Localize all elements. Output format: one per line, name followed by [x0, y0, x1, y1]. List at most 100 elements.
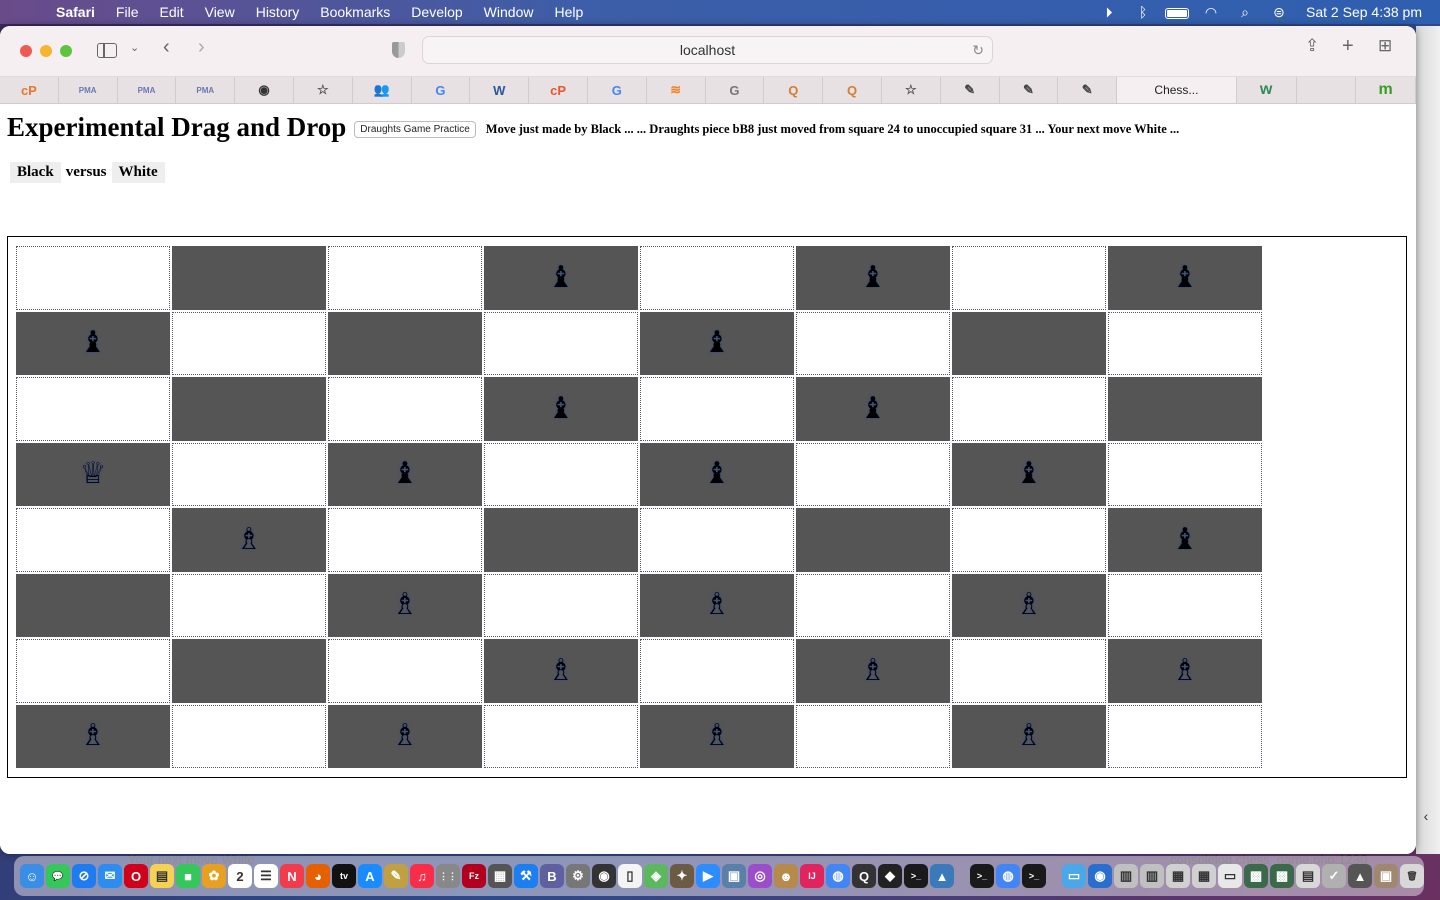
board-square[interactable]: ♝ — [952, 442, 1106, 506]
board-square[interactable] — [328, 246, 482, 310]
queen-piece-icon[interactable]: ♕ — [80, 459, 107, 489]
reload-icon[interactable]: ↻ — [972, 37, 984, 63]
board-square[interactable] — [328, 377, 482, 441]
tab-w-green[interactable]: w — [1237, 77, 1297, 103]
chrome-window-icon[interactable]: ◍ — [996, 864, 1020, 888]
tab-overview-icon[interactable]: ⊞ — [1378, 36, 1392, 56]
thumbnail-7-icon[interactable]: ▩ — [1270, 864, 1294, 888]
libreoffice-icon[interactable]: ▯ — [618, 864, 642, 888]
board-square[interactable] — [484, 573, 638, 637]
board-square[interactable] — [796, 508, 950, 572]
terminal-icon[interactable]: >_ — [904, 864, 928, 888]
board-square[interactable] — [1108, 311, 1262, 375]
sidebar-toggle-icon[interactable] — [97, 43, 117, 58]
bbedit-icon[interactable]: B — [540, 864, 564, 888]
intellij-icon[interactable]: IJ — [800, 864, 824, 888]
board-square[interactable] — [796, 573, 950, 637]
board-square[interactable]: ♝ — [328, 442, 482, 506]
firefox-icon[interactable]: ◕ — [306, 864, 330, 888]
board-square[interactable] — [172, 377, 326, 441]
black-piece-icon[interactable]: ♝ — [80, 328, 107, 358]
zoom-icon[interactable]: ▶ — [696, 864, 720, 888]
board-square[interactable] — [484, 508, 638, 572]
privacy-shield-icon[interactable] — [392, 42, 405, 58]
board-square[interactable]: ♗ — [952, 573, 1106, 637]
bookmark-q-orange[interactable]: Q — [764, 77, 824, 103]
board-square[interactable]: ♗ — [484, 639, 638, 703]
menu-safari[interactable]: Safari — [56, 4, 95, 20]
bluetooth-icon[interactable]: ᛒ — [1126, 4, 1160, 20]
board-square[interactable] — [796, 442, 950, 506]
board-square[interactable] — [796, 704, 950, 768]
podcasts-icon[interactable]: ◎ — [748, 864, 772, 888]
black-piece-icon[interactable]: ♝ — [548, 393, 575, 424]
chrome-icon[interactable]: ◍ — [826, 864, 850, 888]
white-piece-icon[interactable]: ♗ — [392, 590, 419, 620]
board-square[interactable]: ♝ — [640, 442, 794, 506]
menu-clock[interactable]: Sat 2 Sep 4:38 pm — [1306, 4, 1422, 20]
menu-window[interactable]: Window — [484, 4, 534, 20]
bookmark-google[interactable]: G — [588, 77, 647, 103]
thumbnail-2-icon[interactable]: ▥ — [1140, 864, 1164, 888]
menu-edit[interactable]: Edit — [159, 4, 183, 20]
white-piece-icon[interactable]: ♗ — [704, 590, 731, 620]
quicktime-icon[interactable]: Q — [852, 864, 876, 888]
board-square[interactable] — [172, 704, 326, 768]
network-globe-icon[interactable]: ◉ — [1088, 864, 1112, 888]
black-piece-icon[interactable]: ♝ — [392, 459, 419, 489]
tab-chess[interactable]: Chess... — [1117, 77, 1237, 103]
board-square[interactable]: ♗ — [952, 704, 1106, 768]
bookmark-phpmyadmin[interactable]: PMA — [59, 77, 118, 103]
board-square[interactable] — [172, 246, 326, 310]
downloads-folder-icon[interactable]: ▭ — [1062, 864, 1086, 888]
board-square[interactable]: ♝ — [640, 311, 794, 375]
play-circle-icon[interactable]: ⏵ — [1092, 4, 1126, 21]
board-square[interactable] — [328, 508, 482, 572]
white-piece-icon[interactable]: ♗ — [1016, 590, 1043, 620]
system-preferences-icon[interactable]: ⚙ — [566, 864, 590, 888]
black-piece-icon[interactable]: ♝ — [860, 262, 887, 293]
white-piece-icon[interactable]: ♗ — [392, 721, 419, 751]
board-square[interactable] — [484, 704, 638, 768]
bookmark-quill[interactable]: ✎ — [1000, 77, 1059, 103]
board-square[interactable] — [952, 508, 1106, 572]
back-button-icon[interactable]: ‹ — [163, 36, 170, 59]
board-square[interactable]: ♝ — [796, 246, 950, 310]
trash-icon[interactable]: 🗑 — [1400, 864, 1424, 888]
photos-icon[interactable]: ✿ — [202, 864, 226, 888]
close-window-button[interactable] — [20, 45, 32, 57]
wifi-icon[interactable]: ◠ — [1194, 4, 1228, 21]
collapse-chevron-icon[interactable]: ‹ — [1416, 808, 1436, 830]
board-square[interactable] — [172, 442, 326, 506]
app-store-icon[interactable]: A — [358, 864, 382, 888]
music-icon[interactable]: ♫ — [410, 864, 434, 888]
battery-icon[interactable] — [1160, 4, 1194, 20]
inkscape-icon[interactable]: ◆ — [878, 864, 902, 888]
bookmark-stackoverflow[interactable]: ≋ — [647, 77, 706, 103]
bookmark-word[interactable]: W — [470, 77, 530, 103]
reminders-icon[interactable]: ☰ — [254, 864, 278, 888]
menu-file[interactable]: File — [116, 4, 139, 20]
menu-view[interactable]: View — [205, 4, 235, 20]
opera-icon[interactable]: O — [124, 864, 148, 888]
menu-bookmarks[interactable]: Bookmarks — [320, 4, 390, 20]
board-square[interactable] — [796, 311, 950, 375]
thumbnail-3-icon[interactable]: ▦ — [1166, 864, 1190, 888]
gimp-icon[interactable]: ✦ — [670, 864, 694, 888]
board-square[interactable]: ♗ — [1108, 639, 1262, 703]
black-piece-icon[interactable]: ♝ — [704, 328, 731, 358]
bookmark-cpanel[interactable]: cP — [0, 77, 59, 103]
bookmark-star[interactable]: ☆ — [294, 77, 353, 103]
forward-button-icon[interactable]: › — [198, 36, 205, 59]
board-square[interactable] — [1108, 573, 1262, 637]
white-piece-icon[interactable]: ♗ — [80, 721, 107, 751]
board-square[interactable] — [172, 311, 326, 375]
new-tab-icon[interactable]: + — [1342, 35, 1354, 58]
board-square[interactable] — [952, 639, 1106, 703]
search-icon[interactable]: ⌕ — [1228, 4, 1262, 21]
board-square[interactable] — [16, 508, 170, 572]
thumbnail-5-icon[interactable]: ▭ — [1218, 864, 1242, 888]
terminal-window-icon[interactable]: >_ — [970, 864, 994, 888]
board-square[interactable]: ♝ — [1108, 246, 1262, 310]
bookmark-star[interactable]: ☆ — [882, 77, 941, 103]
